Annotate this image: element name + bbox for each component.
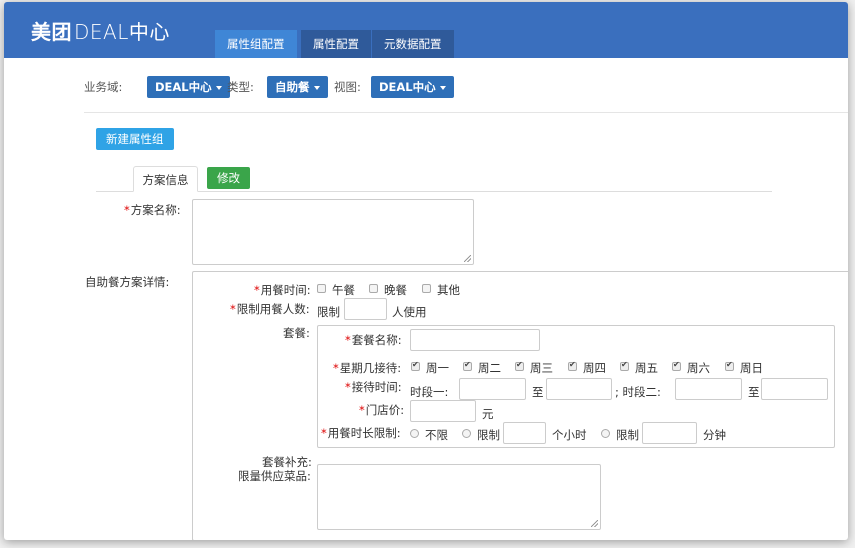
view-dropdown[interactable]: DEAL中心 [371, 76, 454, 98]
new-attribute-group-button[interactable]: 新建属性组 [96, 128, 174, 150]
package-name-label: *套餐名称: [345, 332, 402, 348]
limited-dishes-textarea[interactable] [317, 464, 601, 530]
duration-limit-label: *用餐时长限制: [321, 425, 401, 441]
type-dropdown-value: 自助餐 [275, 80, 310, 94]
package-name-input[interactable] [410, 329, 540, 351]
store-price-label: *门店价: [359, 402, 404, 418]
required-mark: * [321, 426, 327, 440]
slot-two-end-input[interactable] [761, 378, 828, 400]
weekday-checkbox-fri[interactable] [620, 360, 629, 371]
dinner-checkbox[interactable] [369, 284, 378, 293]
dinner-label: 晚餐 [384, 283, 407, 297]
required-mark: * [359, 403, 365, 417]
brand-name: 美团 [31, 20, 72, 44]
domain-dropdown-value: DEAL中心 [155, 80, 212, 94]
weekday-label-tue: 周二 [478, 361, 501, 375]
duration-minutes-input[interactable] [642, 422, 697, 444]
lunch-label: 午餐 [332, 283, 355, 297]
weekday-checkbox-sun[interactable] [725, 360, 734, 371]
duration-hours-limit-label: 限制 [477, 428, 500, 442]
package-label: 套餐: [283, 326, 310, 340]
weekday-label: *星期几接待: [333, 360, 401, 376]
buffet-detail-label: 自助餐方案详情: [85, 275, 170, 289]
duration-unlimited-label: 不限 [425, 428, 448, 442]
lunch-checkbox[interactable] [317, 284, 326, 293]
tab-plan-info[interactable]: 方案信息 [133, 166, 198, 192]
limit-people-label: *限制用餐人数: [230, 301, 310, 317]
slot-two-label: ; 时段二: [615, 385, 661, 399]
slot-one-label: 时段一: [410, 385, 449, 399]
slot-one-end-input[interactable] [546, 378, 612, 400]
store-price-label-text: 门店价: [365, 403, 405, 417]
weekday-label-sun: 周日 [740, 361, 763, 375]
tab-attribute-group-config[interactable]: 属性组配置 [215, 30, 297, 58]
domain-dropdown[interactable]: DEAL中心 [147, 76, 230, 98]
slot-one-start-input[interactable] [459, 378, 526, 400]
top-navbar: 美团 DEAL中心 属性组配置 属性配置 元数据配置 [4, 2, 848, 58]
view-dropdown-value: DEAL中心 [379, 80, 436, 94]
required-mark: * [345, 333, 351, 347]
weekday-checkbox-mon[interactable] [411, 360, 420, 371]
domain-label: 业务域: [84, 80, 123, 94]
slot-one-to-text: 至 [532, 385, 544, 399]
required-mark: * [333, 361, 339, 375]
required-mark: * [124, 203, 130, 217]
weekday-label-mon: 周一 [426, 361, 449, 375]
required-mark: * [254, 283, 260, 297]
tab-metadata-config[interactable]: 元数据配置 [372, 30, 454, 58]
duration-minutes-radio[interactable] [601, 429, 610, 438]
hours-unit: 个小时 [552, 428, 587, 442]
chevron-down-icon [439, 85, 446, 90]
weekday-label-thu: 周四 [583, 361, 606, 375]
plan-name-label: *方案名称: [124, 202, 181, 218]
weekday-checkbox-tue[interactable] [463, 360, 472, 371]
weekday-label-fri: 周五 [635, 361, 658, 375]
weekday-label-wed: 周三 [530, 361, 553, 375]
package-name-label-text: 套餐名称: [351, 333, 402, 347]
type-label: 类型: [227, 80, 254, 94]
limit-suffix-text: 人使用 [392, 305, 427, 319]
chevron-down-icon [313, 85, 320, 90]
divider [84, 112, 848, 113]
weekday-label-text: 星期几接待: [339, 361, 402, 375]
meal-time-label-text: 用餐时间: [260, 283, 311, 297]
brand-subtitle: DEAL中心 [74, 20, 170, 44]
chevron-down-icon [215, 85, 222, 90]
weekday-checkbox-sat[interactable] [672, 360, 681, 371]
brand-logo[interactable]: 美团 DEAL中心 [31, 16, 170, 45]
people-limit-input[interactable] [344, 298, 387, 320]
view-label: 视图: [334, 80, 361, 94]
duration-minutes-limit-label: 限制 [616, 428, 639, 442]
meal-time-label: *用餐时间: [254, 282, 311, 298]
tab-attribute-config[interactable]: 属性配置 [301, 30, 371, 58]
slot-two-start-input[interactable] [675, 378, 742, 400]
required-mark: * [345, 380, 351, 394]
other-checkbox[interactable] [422, 284, 431, 293]
weekday-label-sat: 周六 [687, 361, 710, 375]
required-mark: * [230, 302, 236, 316]
limit-prefix-text: 限制 [317, 305, 340, 319]
limit-people-label-text: 限制用餐人数: [236, 302, 310, 316]
other-label: 其他 [437, 283, 460, 297]
edit-button[interactable]: 修改 [207, 167, 250, 189]
plan-name-label-text: 方案名称: [130, 203, 181, 217]
type-dropdown[interactable]: 自助餐 [267, 76, 328, 98]
resize-handle-icon[interactable] [591, 520, 598, 527]
duration-hours-input[interactable] [503, 422, 546, 444]
minutes-unit: 分钟 [703, 428, 726, 442]
duration-hours-radio[interactable] [462, 429, 471, 438]
yuan-unit: 元 [482, 407, 494, 421]
weekday-checkbox-thu[interactable] [568, 360, 577, 371]
app-window: 美团 DEAL中心 属性组配置 属性配置 元数据配置 业务域: DEAL中心 类型… [4, 2, 848, 540]
weekday-checkbox-wed[interactable] [515, 360, 524, 371]
store-price-input[interactable] [410, 400, 476, 422]
reception-time-label: *接待时间: [345, 379, 402, 395]
slot-two-to-text: 至 [748, 385, 760, 399]
limited-dishes-label: 限量供应菜品: [238, 469, 311, 483]
reception-time-label-text: 接待时间: [351, 380, 402, 394]
duration-unlimited-radio[interactable] [410, 429, 419, 438]
plan-name-textarea[interactable] [192, 199, 474, 265]
duration-limit-label-text: 用餐时长限制: [327, 426, 401, 440]
resize-handle-icon[interactable] [464, 255, 471, 262]
